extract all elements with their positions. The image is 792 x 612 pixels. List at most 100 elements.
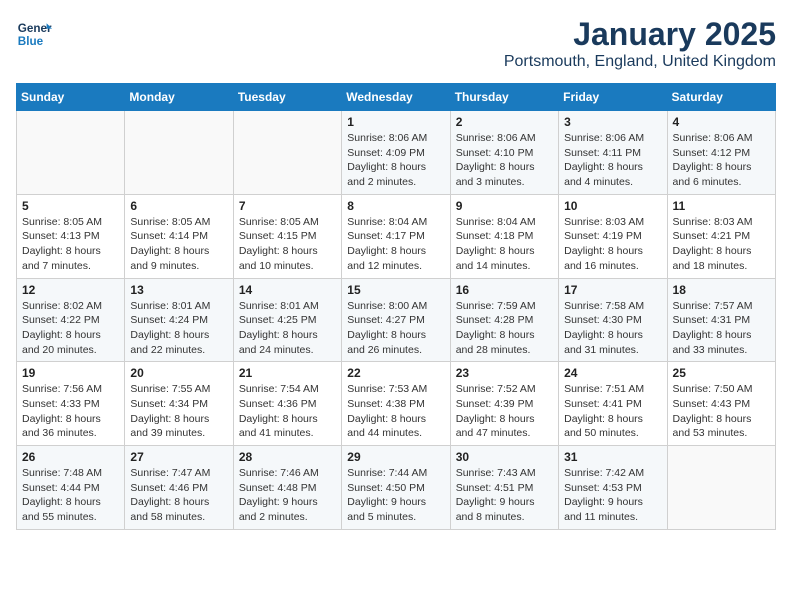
calendar-week-row: 1 Sunrise: 8:06 AM Sunset: 4:09 PM Daylig… xyxy=(17,111,776,195)
day-number: 2 xyxy=(456,115,553,129)
table-row xyxy=(125,111,233,195)
day-info: Sunrise: 8:04 AM Sunset: 4:17 PM Dayligh… xyxy=(347,215,444,274)
day-info: Sunrise: 8:05 AM Sunset: 4:15 PM Dayligh… xyxy=(239,215,336,274)
day-number: 17 xyxy=(564,283,661,297)
day-info: Sunrise: 8:03 AM Sunset: 4:21 PM Dayligh… xyxy=(673,215,770,274)
day-number: 29 xyxy=(347,450,444,464)
table-row: 16 Sunrise: 7:59 AM Sunset: 4:28 PM Dayli… xyxy=(450,278,558,362)
col-tuesday: Tuesday xyxy=(233,84,341,111)
table-row: 19Sunrise: 7:56 AM Sunset: 4:33 PM Dayli… xyxy=(17,362,125,446)
logo-icon: General Blue xyxy=(16,16,52,52)
table-row: 31Sunrise: 7:42 AM Sunset: 4:53 PM Dayli… xyxy=(559,446,667,530)
calendar-header-row: Sunday Monday Tuesday Wednesday Thursday… xyxy=(17,84,776,111)
calendar-week-row: 26 Sunrise: 7:48 AM Sunset: 4:44 PM Dayli… xyxy=(17,446,776,530)
table-row: 15 Sunrise: 8:00 AM Sunset: 4:27 PM Dayli… xyxy=(342,278,450,362)
day-info: Sunrise: 8:02 AM Sunset: 4:22 PM Dayligh… xyxy=(22,299,119,358)
table-row: 22 Sunrise: 7:53 AM Sunset: 4:38 PM Dayli… xyxy=(342,362,450,446)
table-row: 14Sunrise: 8:01 AM Sunset: 4:25 PM Dayli… xyxy=(233,278,341,362)
table-row: 7 Sunrise: 8:05 AM Sunset: 4:15 PM Daylig… xyxy=(233,194,341,278)
day-info: Sunrise: 8:06 AM Sunset: 4:09 PM Dayligh… xyxy=(347,131,444,190)
table-row: 9Sunrise: 8:04 AM Sunset: 4:18 PM Daylig… xyxy=(450,194,558,278)
day-info: Sunrise: 8:06 AM Sunset: 4:12 PM Dayligh… xyxy=(673,131,770,190)
table-row: 13Sunrise: 8:01 AM Sunset: 4:24 PM Dayli… xyxy=(125,278,233,362)
day-number: 22 xyxy=(347,366,444,380)
logo: General Blue xyxy=(16,16,52,52)
day-info: Sunrise: 7:47 AM Sunset: 4:46 PM Dayligh… xyxy=(130,466,227,525)
table-row: 20 Sunrise: 7:55 AM Sunset: 4:34 PM Dayli… xyxy=(125,362,233,446)
day-number: 7 xyxy=(239,199,336,213)
day-number: 25 xyxy=(673,366,770,380)
title-area: January 2025 Portsmouth, England, United… xyxy=(504,16,776,71)
table-row: 25 Sunrise: 7:50 AM Sunset: 4:43 PM Dayli… xyxy=(667,362,775,446)
table-row: 3 Sunrise: 8:06 AM Sunset: 4:11 PM Daylig… xyxy=(559,111,667,195)
table-row: 4 Sunrise: 8:06 AM Sunset: 4:12 PM Daylig… xyxy=(667,111,775,195)
day-number: 1 xyxy=(347,115,444,129)
col-monday: Monday xyxy=(125,84,233,111)
day-number: 8 xyxy=(347,199,444,213)
day-number: 4 xyxy=(673,115,770,129)
day-number: 16 xyxy=(456,283,553,297)
table-row: 28 Sunrise: 7:46 AM Sunset: 4:48 PM Dayli… xyxy=(233,446,341,530)
col-wednesday: Wednesday xyxy=(342,84,450,111)
day-number: 10 xyxy=(564,199,661,213)
day-info: Sunrise: 8:05 AM Sunset: 4:14 PM Dayligh… xyxy=(130,215,227,274)
day-info: Sunrise: 7:44 AM Sunset: 4:50 PM Dayligh… xyxy=(347,466,444,525)
table-row: 18 Sunrise: 7:57 AM Sunset: 4:31 PM Dayli… xyxy=(667,278,775,362)
day-info: Sunrise: 8:06 AM Sunset: 4:11 PM Dayligh… xyxy=(564,131,661,190)
table-row: 17Sunrise: 7:58 AM Sunset: 4:30 PM Dayli… xyxy=(559,278,667,362)
day-info: Sunrise: 8:06 AM Sunset: 4:10 PM Dayligh… xyxy=(456,131,553,190)
day-number: 3 xyxy=(564,115,661,129)
table-row xyxy=(667,446,775,530)
day-info: Sunrise: 7:51 AM Sunset: 4:41 PM Dayligh… xyxy=(564,382,661,441)
day-number: 5 xyxy=(22,199,119,213)
day-info: Sunrise: 8:00 AM Sunset: 4:27 PM Dayligh… xyxy=(347,299,444,358)
table-row: 24 Sunrise: 7:51 AM Sunset: 4:41 PM Dayli… xyxy=(559,362,667,446)
day-info: Sunrise: 8:05 AM Sunset: 4:13 PM Dayligh… xyxy=(22,215,119,274)
table-row: 10 Sunrise: 8:03 AM Sunset: 4:19 PM Dayli… xyxy=(559,194,667,278)
day-number: 15 xyxy=(347,283,444,297)
col-friday: Friday xyxy=(559,84,667,111)
location-title: Portsmouth, England, United Kingdom xyxy=(504,53,776,71)
svg-text:Blue: Blue xyxy=(18,35,44,48)
table-row xyxy=(17,111,125,195)
table-row: 6Sunrise: 8:05 AM Sunset: 4:14 PM Daylig… xyxy=(125,194,233,278)
day-number: 11 xyxy=(673,199,770,213)
day-info: Sunrise: 8:01 AM Sunset: 4:24 PM Dayligh… xyxy=(130,299,227,358)
day-info: Sunrise: 7:52 AM Sunset: 4:39 PM Dayligh… xyxy=(456,382,553,441)
calendar-table: Sunday Monday Tuesday Wednesday Thursday… xyxy=(16,83,776,530)
day-info: Sunrise: 8:01 AM Sunset: 4:25 PM Dayligh… xyxy=(239,299,336,358)
table-row: 30 Sunrise: 7:43 AM Sunset: 4:51 PM Dayli… xyxy=(450,446,558,530)
table-row: 1 Sunrise: 8:06 AM Sunset: 4:09 PM Daylig… xyxy=(342,111,450,195)
page-header: General Blue January 2025 Portsmouth, En… xyxy=(16,16,776,71)
day-info: Sunrise: 7:43 AM Sunset: 4:51 PM Dayligh… xyxy=(456,466,553,525)
day-number: 24 xyxy=(564,366,661,380)
table-row: 29 Sunrise: 7:44 AM Sunset: 4:50 PM Dayli… xyxy=(342,446,450,530)
table-row xyxy=(233,111,341,195)
day-number: 20 xyxy=(130,366,227,380)
month-title: January 2025 xyxy=(504,16,776,53)
day-number: 27 xyxy=(130,450,227,464)
table-row: 23Sunrise: 7:52 AM Sunset: 4:39 PM Dayli… xyxy=(450,362,558,446)
day-info: Sunrise: 7:54 AM Sunset: 4:36 PM Dayligh… xyxy=(239,382,336,441)
day-number: 19 xyxy=(22,366,119,380)
day-info: Sunrise: 7:46 AM Sunset: 4:48 PM Dayligh… xyxy=(239,466,336,525)
table-row: 21Sunrise: 7:54 AM Sunset: 4:36 PM Dayli… xyxy=(233,362,341,446)
day-info: Sunrise: 7:42 AM Sunset: 4:53 PM Dayligh… xyxy=(564,466,661,525)
table-row: 26 Sunrise: 7:48 AM Sunset: 4:44 PM Dayli… xyxy=(17,446,125,530)
day-info: Sunrise: 7:53 AM Sunset: 4:38 PM Dayligh… xyxy=(347,382,444,441)
calendar-week-row: 12 Sunrise: 8:02 AM Sunset: 4:22 PM Dayli… xyxy=(17,278,776,362)
day-info: Sunrise: 7:59 AM Sunset: 4:28 PM Dayligh… xyxy=(456,299,553,358)
day-info: Sunrise: 7:55 AM Sunset: 4:34 PM Dayligh… xyxy=(130,382,227,441)
day-info: Sunrise: 8:03 AM Sunset: 4:19 PM Dayligh… xyxy=(564,215,661,274)
day-info: Sunrise: 7:48 AM Sunset: 4:44 PM Dayligh… xyxy=(22,466,119,525)
day-number: 9 xyxy=(456,199,553,213)
day-info: Sunrise: 7:50 AM Sunset: 4:43 PM Dayligh… xyxy=(673,382,770,441)
day-info: Sunrise: 7:57 AM Sunset: 4:31 PM Dayligh… xyxy=(673,299,770,358)
day-number: 12 xyxy=(22,283,119,297)
calendar-week-row: 19Sunrise: 7:56 AM Sunset: 4:33 PM Dayli… xyxy=(17,362,776,446)
col-thursday: Thursday xyxy=(450,84,558,111)
day-number: 28 xyxy=(239,450,336,464)
day-number: 26 xyxy=(22,450,119,464)
day-number: 30 xyxy=(456,450,553,464)
day-number: 18 xyxy=(673,283,770,297)
